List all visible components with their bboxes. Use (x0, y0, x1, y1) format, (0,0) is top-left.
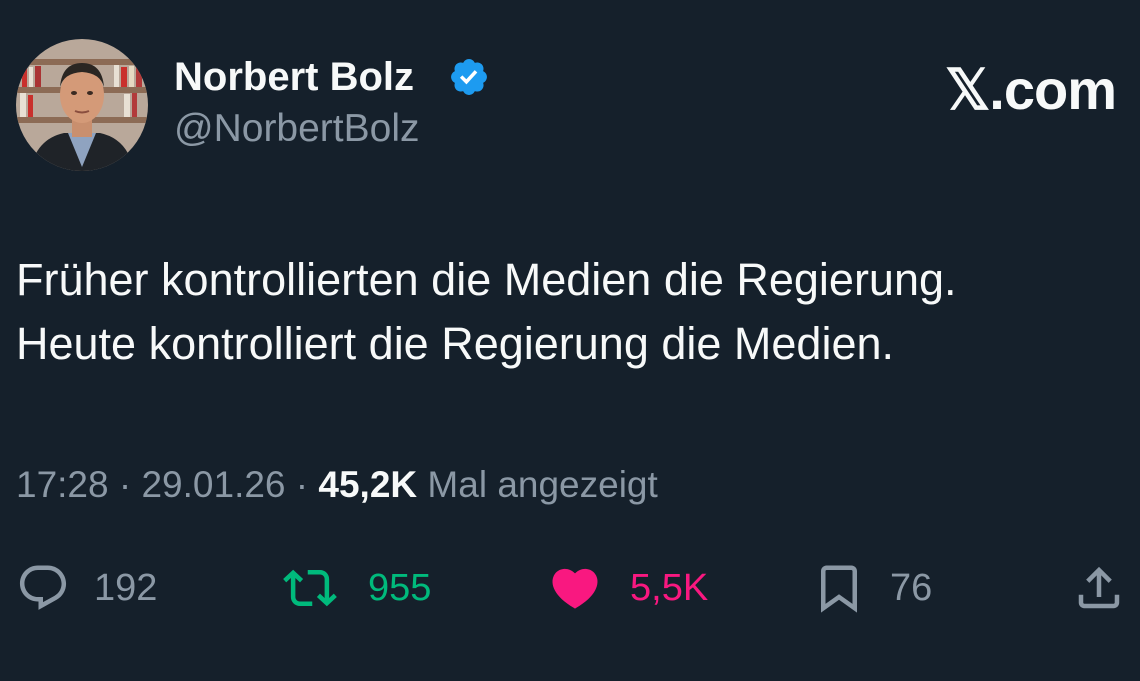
retweet-icon (283, 569, 337, 607)
meta-separator: · (285, 464, 319, 505)
tweet-line: Früher kontrollierten die Medien die Reg… (16, 254, 957, 305)
like-button[interactable]: 5,5K (544, 560, 708, 616)
bookmark-button[interactable]: 76 (812, 560, 932, 616)
brand-label: 𝕏.com (945, 58, 1117, 121)
like-count: 5,5K (630, 567, 709, 609)
author-name[interactable]: Norbert Bolz (174, 54, 414, 100)
reply-button[interactable]: 192 (16, 560, 157, 616)
share-button[interactable] (1072, 560, 1126, 616)
bookmark-count: 76 (890, 567, 933, 609)
tweet-meta: 17:28 · 29.01.26 · 45,2K Mal angezeigt (16, 462, 658, 508)
retweet-count: 955 (368, 567, 432, 609)
tweet-time[interactable]: 17:28 (16, 464, 109, 505)
author-handle[interactable]: @NorbertBolz (174, 106, 420, 152)
tweet-line: Heute kontrolliert die Regierung die Med… (16, 318, 895, 369)
tweet-text: Früher kontrollierten die Medien die Reg… (16, 248, 1116, 376)
heart-icon (552, 568, 598, 609)
reply-count: 192 (94, 567, 158, 609)
share-icon (1078, 566, 1120, 609)
verified-badge-icon (451, 59, 487, 95)
views-count: 45,2K (318, 464, 418, 505)
reply-icon (19, 565, 67, 610)
meta-separator: · (108, 464, 142, 505)
avatar[interactable] (16, 39, 148, 171)
views-label: Mal angezeigt (417, 464, 658, 505)
bookmark-icon (821, 565, 857, 613)
tweet-date[interactable]: 29.01.26 (141, 464, 285, 505)
retweet-button[interactable]: 955 (276, 560, 431, 616)
